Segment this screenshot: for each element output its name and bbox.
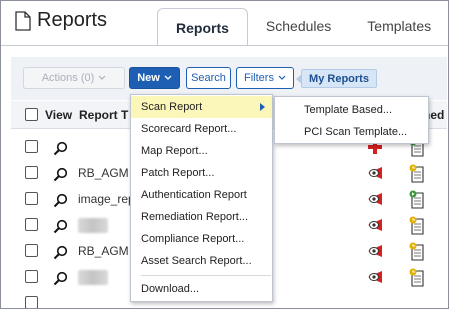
red-eye-icon — [368, 167, 382, 179]
row-checkbox[interactable] — [25, 140, 38, 153]
search-button[interactable]: Search — [186, 67, 231, 89]
document-clock-icon — [409, 164, 424, 183]
tab-schedules[interactable]: Schedules — [248, 7, 349, 45]
tab-templates[interactable]: Templates — [349, 7, 448, 45]
chevron-down-icon — [98, 75, 106, 80]
scan-report-submenu: Template Based... PCI Scan Template... — [274, 96, 429, 144]
filters-label: Filters — [244, 72, 274, 84]
magnifier-icon[interactable] — [53, 271, 68, 286]
red-eye-icon — [368, 193, 382, 205]
new-menu: Scan Report Scorecard Report... Map Repo… — [130, 94, 273, 302]
menu-item-scan-report[interactable]: Scan Report — [131, 96, 272, 118]
red-eye-icon — [368, 219, 382, 231]
row-checkbox[interactable] — [25, 244, 38, 257]
chevron-down-icon — [164, 75, 172, 80]
menu-item-label: Scan Report — [141, 101, 203, 113]
menu-item-remediation-report[interactable]: Remediation Report... — [131, 206, 272, 228]
red-eye-icon — [368, 245, 382, 257]
select-all-checkbox[interactable] — [25, 108, 38, 121]
search-label: Search — [191, 72, 226, 84]
menu-item-download[interactable]: Download... — [131, 278, 272, 300]
menu-divider — [141, 275, 271, 276]
magnifier-icon[interactable] — [53, 167, 68, 182]
document-clock-icon — [409, 216, 424, 235]
row-checkbox[interactable] — [25, 218, 38, 231]
menu-item-compliance-report[interactable]: Compliance Report... — [131, 228, 272, 250]
tab-reports[interactable]: Reports — [157, 8, 248, 46]
filters-button[interactable]: Filters — [236, 67, 294, 89]
redacted-title — [78, 270, 108, 285]
report-title[interactable]: image_rep — [78, 192, 135, 206]
column-view[interactable]: View — [45, 108, 72, 122]
actions-button[interactable]: Actions (0) — [23, 67, 125, 89]
tab-divider — [1, 45, 448, 46]
magnifier-icon[interactable] — [53, 141, 68, 156]
menu-item-asset-search-report[interactable]: Asset Search Report... — [131, 250, 272, 272]
redacted-title — [78, 218, 108, 233]
menu-item-patch-report[interactable]: Patch Report... — [131, 162, 272, 184]
chevron-down-icon — [278, 75, 286, 80]
submenu-item-pci-scan-template[interactable]: PCI Scan Template... — [275, 121, 428, 143]
menu-item-scorecard-report[interactable]: Scorecard Report... — [131, 118, 272, 140]
chevron-right-icon — [260, 103, 265, 111]
document-play-icon — [409, 190, 424, 209]
menu-item-map-report[interactable]: Map Report... — [131, 140, 272, 162]
magnifier-icon[interactable] — [53, 193, 68, 208]
tab-bar: Reports Schedules Templates — [157, 7, 448, 46]
reports-window: Reports Reports Schedules Templates Acti… — [0, 0, 449, 309]
red-eye-icon — [368, 271, 382, 283]
submenu-item-template-based[interactable]: Template Based... — [275, 99, 428, 121]
row-checkbox[interactable] — [25, 296, 38, 308]
report-title[interactable]: RB_AGM — [78, 244, 129, 258]
row-checkbox[interactable] — [25, 192, 38, 205]
document-clock-icon — [409, 242, 424, 261]
magnifier-icon[interactable] — [53, 245, 68, 260]
document-clock-icon — [409, 268, 424, 287]
column-report-title[interactable]: Report T — [79, 108, 128, 122]
new-button[interactable]: New — [129, 67, 180, 89]
my-reports-tag[interactable]: My Reports — [296, 69, 377, 88]
row-checkbox[interactable] — [25, 270, 38, 283]
page-title: Reports — [37, 9, 108, 31]
row-checkbox[interactable] — [25, 166, 38, 179]
page-header: Reports — [15, 9, 107, 32]
menu-item-authentication-report[interactable]: Authentication Report — [131, 184, 272, 206]
new-label: New — [137, 72, 160, 84]
document-icon — [15, 10, 31, 31]
report-title[interactable]: RB_AGM — [78, 166, 129, 180]
actions-label: Actions (0) — [41, 72, 95, 84]
magnifier-icon[interactable] — [53, 219, 68, 234]
